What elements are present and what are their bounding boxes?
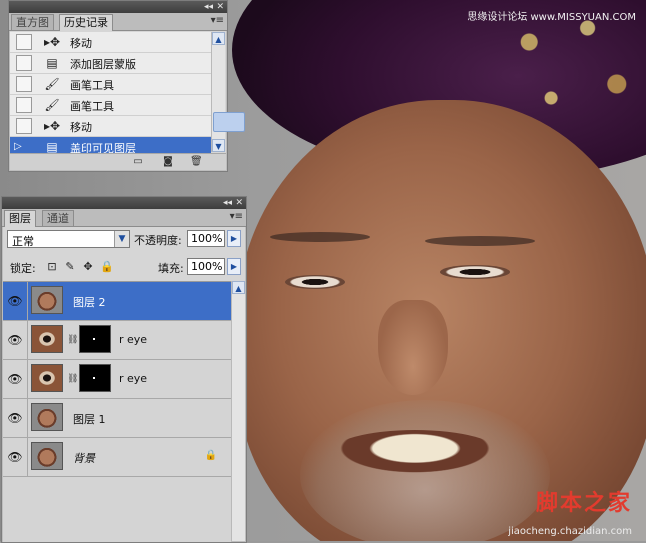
watermark-top: 思缘设计论坛 www.MISSYUAN.COM [467, 12, 636, 23]
brush-tool-icon: 🖌 [44, 77, 60, 91]
history-item[interactable]: ▸✥ 移动 [10, 32, 211, 53]
opacity-label: 不透明度: [134, 234, 182, 247]
blend-mode-value: 正常 [12, 235, 34, 248]
history-item[interactable]: 🖌 画笔工具 [10, 74, 211, 95]
history-item-label: 移动 [70, 37, 92, 50]
layer-mask-thumbnail[interactable] [79, 364, 111, 392]
layer-thumbnail [31, 364, 63, 392]
close-icon[interactable]: ✕ [216, 1, 224, 13]
create-snapshot-icon[interactable]: ◙ [162, 156, 174, 167]
fill-field[interactable]: 100% [187, 258, 225, 275]
mask-link-icon[interactable]: ⛓ [67, 334, 78, 346]
history-panel-titlebar[interactable]: ◂◂ ✕ [9, 1, 227, 13]
history-scrollbar[interactable]: ▲ ▼ [211, 32, 245, 152]
lock-all-icon[interactable]: 🔒 [100, 261, 114, 273]
close-icon[interactable]: ✕ [235, 197, 243, 209]
layers-scrollbar[interactable]: ▲ [231, 281, 245, 541]
lock-position-icon[interactable]: ✥ [82, 261, 94, 273]
fill-label: 填充: [158, 262, 184, 275]
layer-row[interactable]: 👁 ⛓ r eye [3, 321, 231, 360]
layer-name: 背景 [73, 452, 95, 465]
delete-state-icon[interactable]: 🗑 [190, 156, 203, 167]
layer-row[interactable]: 👁 图层 1 [3, 399, 231, 438]
new-document-from-state-icon[interactable]: ▭ [132, 156, 144, 167]
photo-left-brow [270, 232, 370, 242]
panel-menu-icon[interactable]: ▾≡ [211, 15, 224, 26]
visibility-eye-icon[interactable]: 👁 [6, 410, 24, 426]
watermark-url: jiaocheng.chazidian.com [508, 526, 632, 537]
layer-row[interactable]: 👁 ⛓ r eye [3, 360, 231, 399]
photo-nose [378, 300, 448, 395]
opacity-slider-button[interactable]: ▶ [227, 230, 241, 247]
tab-layers[interactable]: 图层 [4, 210, 36, 227]
history-item-label: 画笔工具 [70, 79, 114, 92]
current-state-marker-icon: ▷ [14, 141, 22, 152]
opacity-field[interactable]: 100% [187, 230, 225, 247]
layer-thumbnail [31, 286, 63, 314]
history-footer: ▭ ◙ 🗑 [10, 153, 226, 170]
tab-histogram[interactable]: 直方图 [11, 14, 54, 30]
layer-mask-thumbnail[interactable] [79, 325, 111, 353]
layers-tabs: 图层 通道 ▾≡ [2, 209, 246, 227]
lock-image-pixels-icon[interactable]: ✎ [64, 261, 76, 273]
history-item[interactable]: 🖌 画笔工具 [10, 95, 211, 116]
layer-lock-icon: 🔒 [204, 450, 217, 461]
scroll-thumb[interactable] [213, 112, 245, 132]
collapse-icon[interactable]: ◂◂ [204, 1, 213, 13]
visibility-eye-icon[interactable]: 👁 [6, 449, 24, 465]
layer-row-background[interactable]: 👁 背景 🔒 [3, 438, 231, 477]
history-source-checkbox[interactable] [16, 97, 32, 113]
panel-menu-icon[interactable]: ▾≡ [230, 211, 243, 222]
visibility-eye-icon[interactable]: 👁 [6, 293, 24, 309]
layer-thumbnail [31, 325, 63, 353]
blend-mode-select[interactable]: 正常 ▼ [7, 230, 130, 248]
mask-link-icon[interactable]: ⛓ [67, 373, 78, 385]
lock-label: 锁定: [10, 262, 36, 275]
photo-mouth [330, 430, 500, 476]
chevron-down-icon[interactable]: ▼ [114, 231, 129, 247]
layer-name: r eye [119, 333, 148, 346]
layer-row-selected[interactable]: 👁 图层 2 [3, 282, 231, 321]
scroll-up-icon[interactable]: ▲ [232, 281, 245, 294]
history-source-checkbox[interactable] [16, 55, 32, 71]
layer-name: 图层 1 [73, 413, 106, 426]
photo-left-eye [285, 275, 345, 289]
layer-thumbnail [31, 442, 63, 470]
history-source-checkbox[interactable] [16, 34, 32, 50]
watermark-logo: 脚本之家 [535, 491, 632, 516]
fill-slider-button[interactable]: ▶ [227, 258, 241, 275]
history-source-checkbox[interactable] [16, 76, 32, 92]
blend-opacity-row: 正常 ▼ 不透明度: 100% ▶ [2, 227, 246, 253]
layer-name: 图层 2 [73, 296, 106, 309]
tab-history[interactable]: 历史记录 [59, 14, 113, 31]
scroll-up-icon[interactable]: ▲ [212, 32, 225, 45]
visibility-eye-icon[interactable]: 👁 [6, 371, 24, 387]
brush-tool-icon: 🖌 [44, 98, 60, 112]
layer-mask-icon: ▤ [46, 56, 58, 70]
history-item-label: 画笔工具 [70, 100, 114, 113]
collapse-icon[interactable]: ◂◂ [223, 197, 232, 209]
move-tool-icon: ▸✥ [43, 35, 61, 49]
history-item[interactable]: ▤ 添加图层蒙版 [10, 53, 211, 74]
history-item-label: 移动 [70, 121, 92, 134]
move-tool-icon: ▸✥ [43, 119, 61, 133]
history-item[interactable]: ▸✥ 移动 [10, 116, 211, 137]
history-panel: ◂◂ ✕ 直方图 历史记录 ▾≡ ▸✥ 移动 ▤ 添加图层蒙版 🖌 画笔工具 🖌… [8, 0, 245, 172]
layer-list: 👁 图层 2 👁 ⛓ r eye 👁 ⛓ r eye 👁 图层 1 👁 背景 🔒 [3, 281, 231, 542]
layers-panel-titlebar[interactable]: ◂◂ ✕ [2, 197, 246, 209]
lock-fill-row: 锁定: ⊡ ✎ ✥ 🔒 填充: 100% ▶ [2, 255, 246, 279]
scroll-down-icon[interactable]: ▼ [212, 139, 225, 152]
history-item-label: 添加图层蒙版 [70, 58, 136, 71]
history-tabs: 直方图 历史记录 ▾≡ [9, 13, 227, 31]
layers-panel: ◂◂ ✕ 图层 通道 ▾≡ 正常 ▼ 不透明度: 100% ▶ 锁定: ⊡ ✎ … [1, 196, 247, 543]
photo-right-brow [425, 236, 535, 246]
history-list: ▸✥ 移动 ▤ 添加图层蒙版 🖌 画笔工具 🖌 画笔工具 ▸✥ 移动 ▷ ▤ 盖… [10, 32, 211, 158]
layer-thumbnail [31, 403, 63, 431]
layer-name: r eye [119, 372, 148, 385]
photo-right-eye [440, 265, 510, 279]
lock-transparent-pixels-icon[interactable]: ⊡ [46, 261, 58, 273]
history-source-checkbox[interactable] [16, 118, 32, 134]
tab-channels[interactable]: 通道 [42, 210, 74, 226]
visibility-eye-icon[interactable]: 👁 [6, 332, 24, 348]
